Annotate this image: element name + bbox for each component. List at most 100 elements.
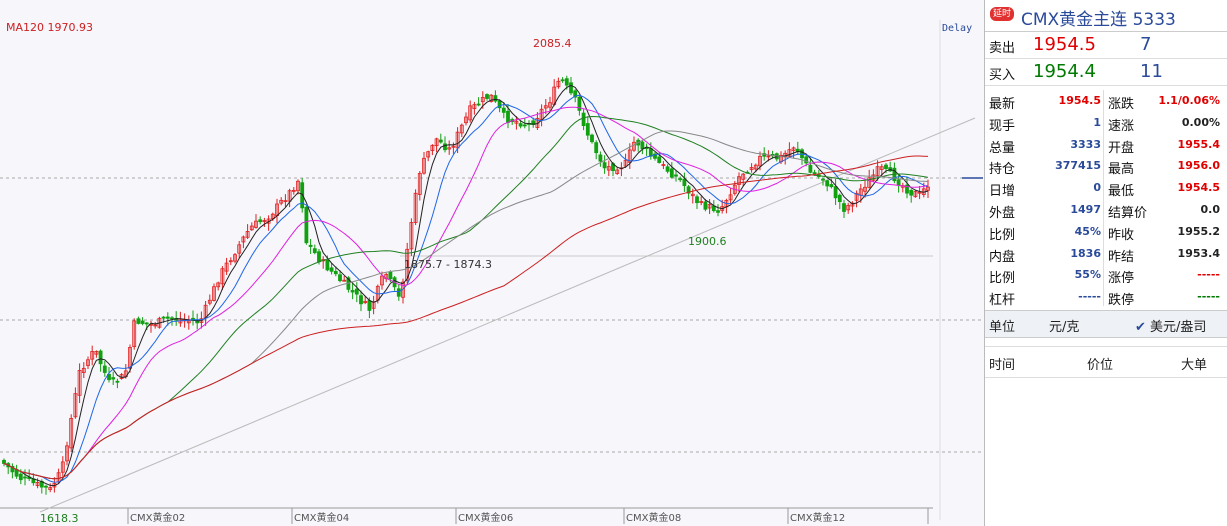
candle-body [136, 318, 141, 324]
trades-size-header: 大单 [1181, 358, 1208, 373]
stats-left-column: 最新 1954.5 现手 1 总量 3333 持仓 377415 日增 0 外盘 1497 比例 45% 内… [985, 90, 1105, 308]
quote-stats-grid: 最新 1954.5 现手 1 总量 3333 持仓 377415 日增 0 外盘 1497 比例 45% 内… [985, 86, 1227, 311]
candle-body [829, 184, 834, 188]
right-stat-7: 昨结 1953.4 [1104, 243, 1224, 265]
candle-body [350, 289, 355, 293]
candle-body [98, 350, 103, 365]
candle-body [111, 377, 116, 380]
stat-label: 昨收 [1108, 227, 1135, 243]
stat-value: 1836 [1070, 246, 1101, 260]
candle-body [825, 180, 830, 187]
right-stat-5: 结算价 0.0 [1104, 199, 1224, 221]
unit-value[interactable]: 元/克 [1049, 316, 1079, 335]
stat-label: 比例 [989, 271, 1016, 287]
candle-body [695, 196, 699, 204]
right-stat-1: 速涨 0.00% [1104, 112, 1224, 134]
high-price-label: 2085.4 [533, 37, 572, 50]
stat-value: 377415 [1055, 159, 1101, 173]
stat-value: ----- [1197, 290, 1220, 304]
stat-value: 1.1/0.06% [1158, 94, 1220, 107]
stat-value: 1953.4 [1177, 246, 1220, 260]
candle-body [396, 288, 401, 297]
candle-body [2, 459, 6, 464]
unit-label: 单位 [989, 320, 1016, 335]
right-stat-9: 跌停 ----- [1104, 286, 1224, 308]
right-stat-6: 昨收 1955.2 [1104, 221, 1224, 243]
trades-time-header: 时间 [989, 358, 1016, 373]
quote-panel: 延时 CMX黄金主连 5333 卖出 1954.5 7 买入 1954.4 11… [984, 0, 1227, 526]
x-label-aug: CMX黄金08 [626, 511, 681, 524]
stat-value: 1954.5 [1058, 94, 1101, 107]
stat-value: ----- [1078, 290, 1101, 304]
trades-price-header: 价位 [1087, 358, 1114, 373]
stat-label: 总量 [989, 140, 1016, 156]
candle-body [598, 154, 603, 162]
candle-body [144, 322, 149, 325]
stat-value: 0.00% [1181, 115, 1220, 129]
candle-body [602, 162, 607, 169]
stat-label: 开盘 [1108, 140, 1135, 156]
candle-body [359, 295, 363, 305]
buy-label: 买入 [989, 68, 1016, 83]
spacer [985, 338, 1227, 347]
buy-volume: 11 [1140, 61, 1163, 82]
x-label-apr: CMX黄金04 [294, 511, 349, 524]
candle-body [665, 166, 670, 172]
stat-label: 昨结 [1108, 249, 1135, 265]
candle-body [308, 244, 313, 247]
candle-body [476, 103, 481, 106]
right-stat-2: 开盘 1955.4 [1104, 134, 1224, 156]
candle-body [493, 95, 498, 102]
candle-body [522, 124, 527, 127]
left-stat-1: 现手 1 [985, 112, 1105, 134]
stat-value: 1956.0 [1177, 159, 1220, 173]
currency-toggle[interactable]: ✔ 美元/盎司 [1135, 316, 1206, 335]
stat-value: 1497 [1070, 202, 1101, 216]
candle-body [585, 123, 590, 136]
instrument-title[interactable]: CMX黄金主连 5333 [1021, 5, 1176, 30]
candle-body [367, 300, 372, 311]
mid-low-price-label: 1900.6 [688, 235, 727, 248]
candle-body [804, 156, 809, 164]
candle-body [325, 259, 330, 271]
left-stat-7: 内盘 1836 [985, 243, 1105, 265]
candle-body [842, 203, 846, 212]
stat-value: 1954.5 [1177, 181, 1220, 195]
candle-body [102, 365, 107, 373]
ma120-label: MA120 1970.93 [6, 21, 93, 34]
right-stat-3: 最高 1956.0 [1104, 155, 1224, 177]
stat-value: 1 [1093, 115, 1101, 129]
stat-label: 杠杆 [989, 293, 1016, 309]
trades-header: 时间 价位 大单 [985, 347, 1227, 378]
x-label-jun: CMX黄金06 [458, 511, 513, 524]
candle-body [640, 141, 645, 150]
left-stat-0: 最新 1954.5 [985, 90, 1105, 112]
stat-label: 比例 [989, 227, 1016, 243]
candle-body [506, 110, 510, 123]
candle-body [669, 168, 674, 178]
x-label-dec: CMX黄金12 [790, 511, 845, 524]
candle-body [833, 186, 838, 199]
candlestick-chart[interactable]: MA120 1970.93 Delay 2085.4 1618.3 1900.6… [0, 0, 983, 526]
candle-body [594, 142, 599, 154]
stat-label: 最新 [989, 97, 1016, 112]
quote-header: 延时 CMX黄金主连 5333 [985, 0, 1227, 32]
left-stat-5: 外盘 1497 [985, 199, 1105, 221]
stat-value: 0.0 [1200, 202, 1221, 216]
unit-row: 单位 元/克 ✔ 美元/盎司 [985, 311, 1227, 338]
candle-body [333, 271, 338, 275]
candle-body [837, 194, 842, 203]
candle-body [821, 178, 825, 181]
stat-value: 45% [1074, 224, 1101, 238]
check-icon: ✔ [1135, 320, 1146, 335]
candle-body [165, 316, 170, 319]
candle-body [140, 320, 145, 324]
candle-body [581, 112, 586, 127]
candle-body [657, 156, 662, 163]
stat-label: 现手 [989, 118, 1016, 134]
stat-label: 结算价 [1108, 205, 1148, 221]
candle-body [170, 317, 174, 320]
candle-body [115, 380, 120, 383]
candle-body [518, 123, 523, 127]
right-stat-0: 涨跌 1.1/0.06% [1104, 90, 1224, 112]
